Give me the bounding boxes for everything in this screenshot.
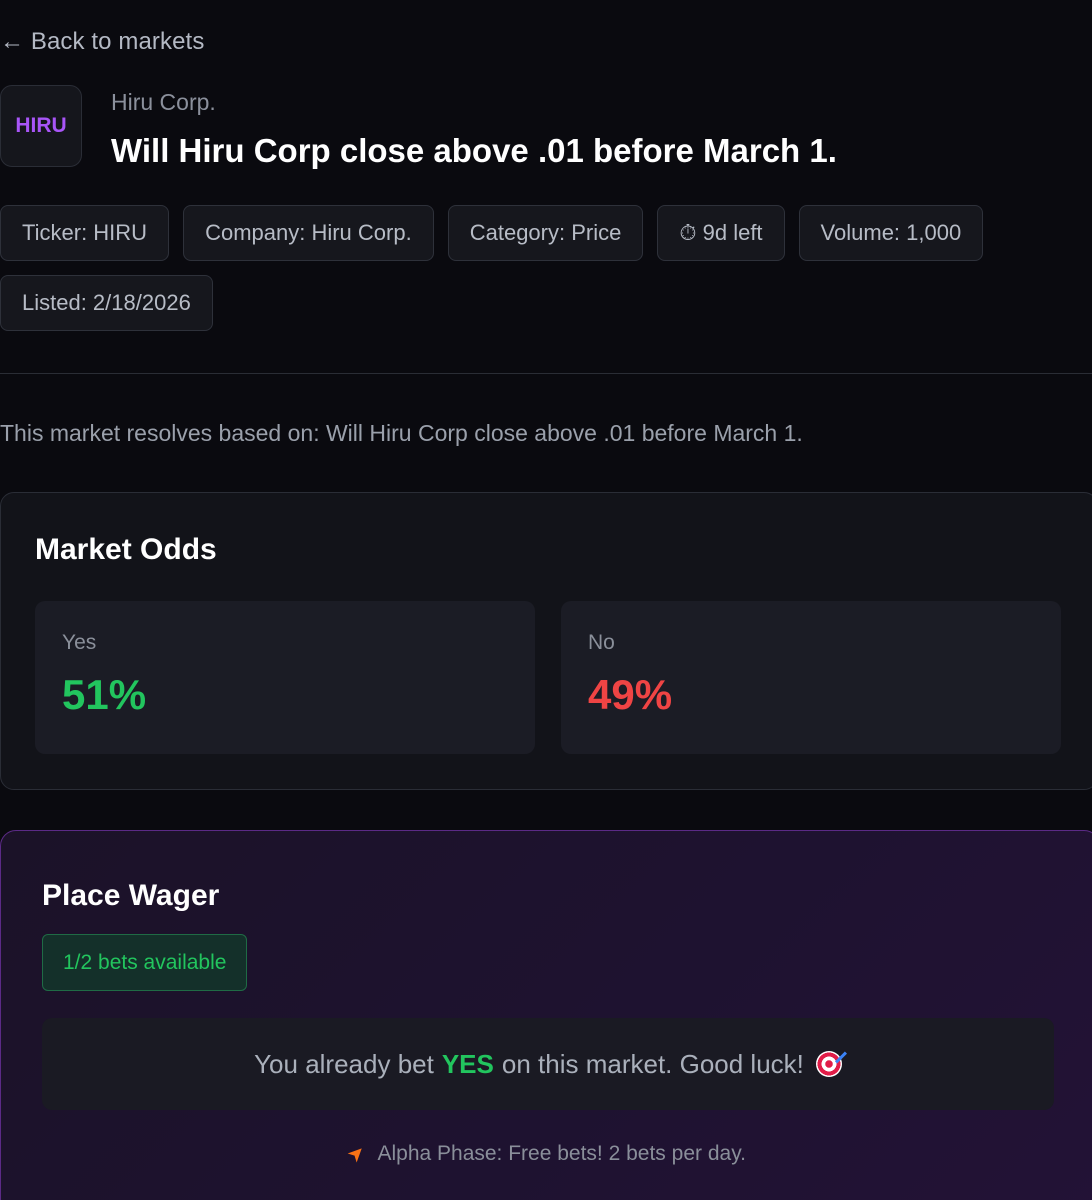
logo-text: HIRU: [15, 114, 67, 137]
rocket-icon: ➤: [343, 1140, 371, 1168]
market-description: This market resolves based on: Will Hiru…: [0, 420, 803, 446]
odds-yes-label: Yes: [62, 631, 97, 654]
alpha-phase-text: Alpha Phase: Free bets! 2 bets per day.: [377, 1142, 746, 1165]
place-wager-title: Place Wager: [42, 879, 220, 912]
tag-category: Category: Price: [447, 205, 644, 261]
odds-yes-value: 51%: [62, 671, 147, 718]
already-bet-message: You already bet YES on this market. Good…: [42, 1018, 1054, 1110]
already-bet-prefix: You already bet: [254, 1048, 434, 1079]
tag-company: Company: Hiru Corp.: [183, 205, 434, 261]
already-bet-suffix: on this market. Good luck!: [501, 1048, 804, 1079]
odds-no-box: No 49%: [561, 601, 1061, 754]
odds-yes-box: Yes 51%: [35, 601, 535, 754]
already-bet-side: YES: [441, 1048, 494, 1079]
tag-listed: Listed: 2/18/2026: [0, 275, 213, 331]
market-odds-title: Market Odds: [35, 533, 217, 566]
tag-ticker: Ticker: HIRU: [0, 205, 170, 261]
tag-time-left: ⏱ 9d left: [657, 205, 785, 261]
market-detail-page: ← Back to markets HIRU Hiru Corp. Will H…: [0, 0, 1092, 1200]
alpha-phase-note: ➤ Alpha Phase: Free bets! 2 bets per day…: [1, 1140, 1092, 1168]
place-wager-card: Place Wager 1/2 bets available You alrea…: [0, 830, 1092, 1200]
target-icon: [815, 1051, 842, 1077]
bets-available-badge: 1/2 bets available: [42, 934, 248, 991]
odds-no-value: 49%: [588, 671, 673, 718]
tag-volume: Volume: 1,000: [798, 205, 984, 261]
market-tags: Ticker: HIRU Company: Hiru Corp. Categor…: [0, 205, 1060, 331]
company-name: Hiru Corp.: [111, 89, 216, 115]
market-odds-card: Market Odds Yes 51% No 49%: [0, 492, 1092, 790]
company-logo: HIRU: [0, 85, 82, 167]
odds-no-label: No: [588, 631, 615, 654]
section-divider: [0, 373, 1092, 374]
market-title: Will Hiru Corp close above .01 before Ma…: [111, 132, 837, 169]
back-to-markets-link[interactable]: ← Back to markets: [0, 28, 204, 56]
